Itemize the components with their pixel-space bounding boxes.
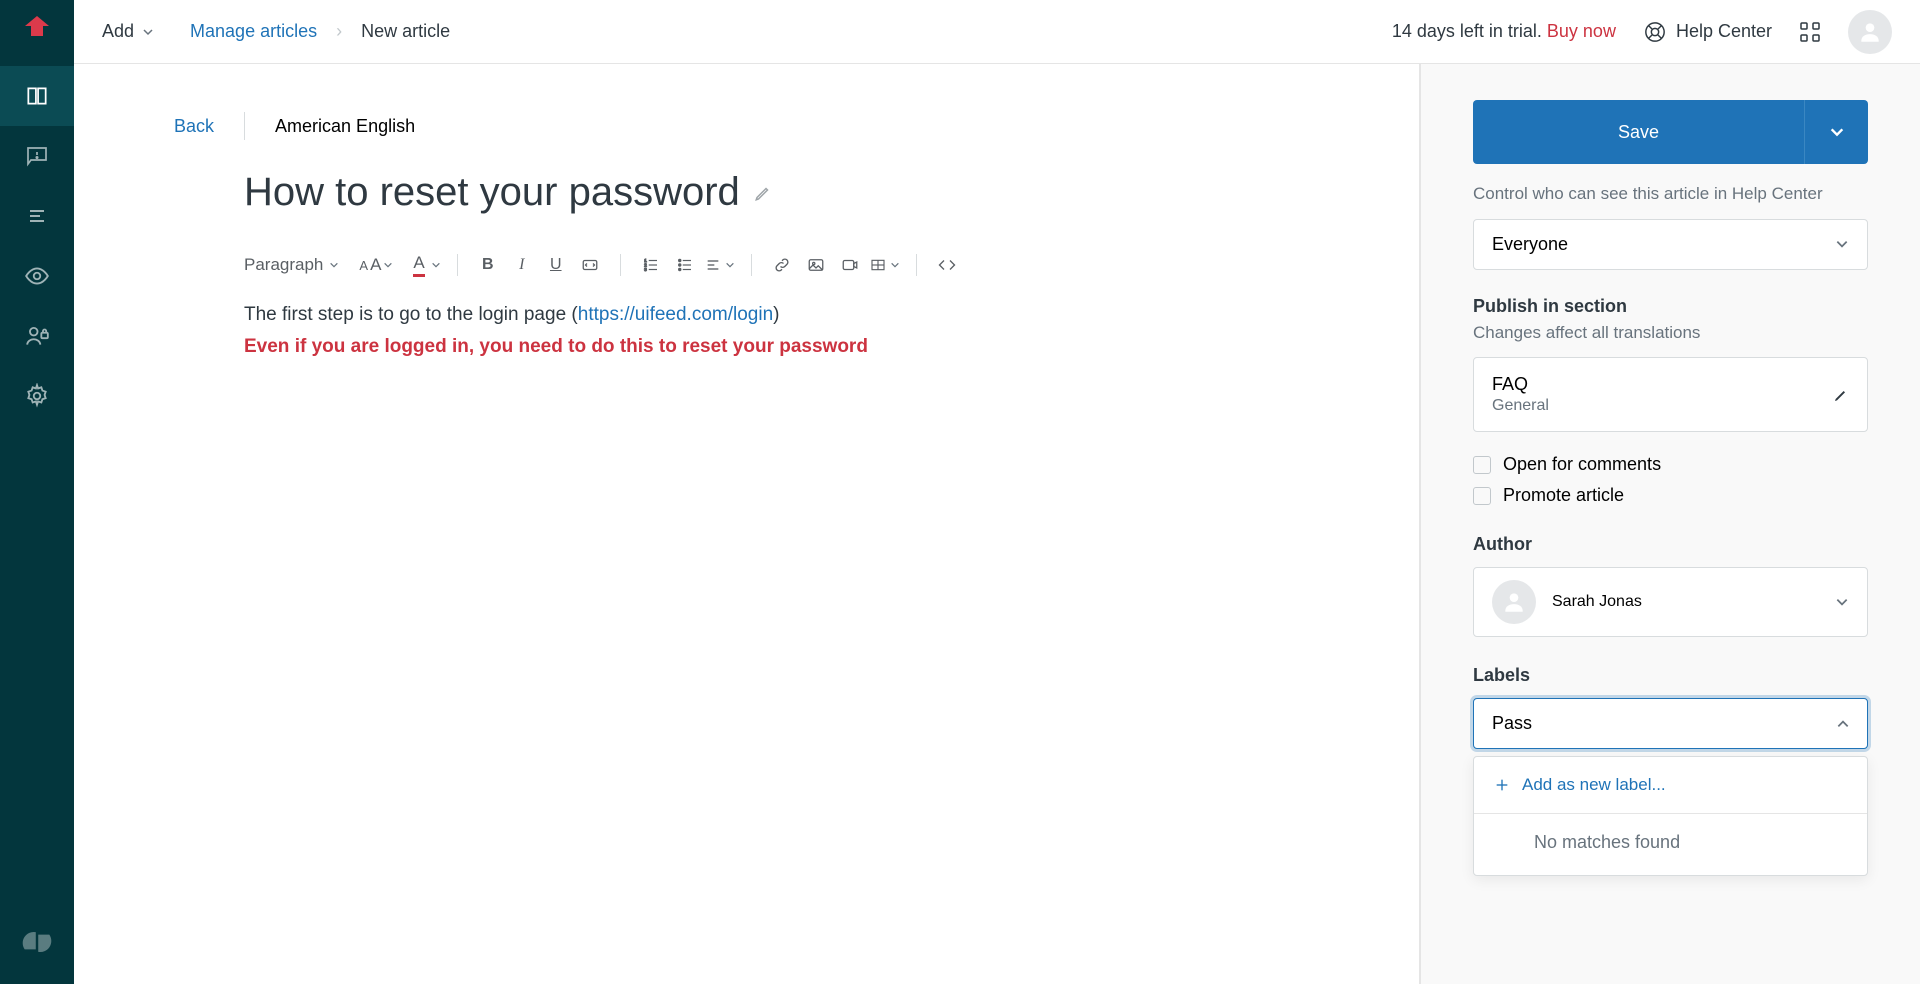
checkbox-icon (1473, 487, 1491, 505)
breadcrumb-separator-icon: › (336, 21, 342, 41)
checkbox-icon (1473, 456, 1491, 474)
chevron-down-icon (890, 260, 900, 270)
main: Add Manage articles › New article 14 day… (74, 0, 1920, 984)
buy-now-link[interactable]: Buy now (1547, 21, 1616, 41)
chevron-down-icon (1829, 124, 1845, 140)
promote-article-checkbox[interactable]: Promote article (1473, 485, 1868, 506)
visibility-select[interactable]: Everyone (1473, 219, 1868, 270)
nav-item-preview[interactable] (0, 246, 74, 306)
breadcrumb: Manage articles › New article (190, 21, 450, 42)
video-button[interactable] (836, 251, 864, 279)
person-icon (1857, 19, 1883, 45)
person-icon (1501, 589, 1527, 615)
promote-label: Promote article (1503, 485, 1624, 506)
back-link[interactable]: Back (174, 116, 214, 137)
author-name: Sarah Jonas (1552, 593, 1642, 611)
app-logo[interactable] (21, 12, 53, 44)
pencil-icon[interactable] (754, 184, 772, 202)
chevron-down-icon (1835, 237, 1849, 251)
chevron-down-icon (725, 260, 735, 270)
body-text: ) (773, 304, 779, 325)
editor-pane: Back American English How to reset your … (74, 64, 1420, 984)
font-color-select[interactable]: A (413, 253, 440, 277)
save-button[interactable]: Save (1473, 100, 1804, 164)
font-size-select[interactable]: AA (359, 255, 393, 275)
life-ring-icon (1644, 21, 1666, 43)
open-comments-checkbox[interactable]: Open for comments (1473, 454, 1868, 475)
labels-heading: Labels (1473, 665, 1868, 686)
body-text: The first step is to go to the login pag… (244, 304, 578, 325)
nav-item-guide[interactable] (0, 66, 74, 126)
save-button-label: Save (1618, 122, 1659, 143)
app-switcher-icon[interactable] (1800, 22, 1820, 42)
trial-status: 14 days left in trial. Buy now (1392, 21, 1616, 42)
nav-item-zendesk[interactable] (0, 912, 74, 972)
link-button[interactable] (768, 251, 796, 279)
editor-toolbar: Paragraph AA A (174, 251, 1174, 279)
help-center-link[interactable]: Help Center (1644, 21, 1772, 43)
italic-button[interactable]: I (508, 251, 536, 279)
article-title[interactable]: How to reset your password (244, 170, 740, 215)
chevron-down-icon (431, 260, 441, 270)
editor-body[interactable]: The first step is to go to the login pag… (174, 299, 1174, 364)
body-warning: Even if you are logged in, you need to d… (244, 331, 1174, 363)
author-select[interactable]: Sarah Jonas (1473, 567, 1868, 637)
chevron-up-icon (1836, 717, 1850, 731)
visibility-value: Everyone (1492, 234, 1568, 255)
labels-input-wrap[interactable] (1473, 698, 1868, 749)
nav-item-moderate[interactable] (0, 126, 74, 186)
code-button[interactable] (576, 251, 604, 279)
labels-dropdown: Add as new label... No matches found (1473, 756, 1868, 876)
section-sub: General (1492, 397, 1549, 415)
add-new-label-option[interactable]: Add as new label... (1474, 757, 1867, 814)
plus-icon (1494, 777, 1510, 793)
bold-button[interactable]: B (474, 251, 502, 279)
align-select[interactable] (705, 251, 735, 279)
image-button[interactable] (802, 251, 830, 279)
divider (244, 112, 245, 140)
source-code-button[interactable] (933, 251, 961, 279)
svg-text:3: 3 (644, 267, 647, 272)
nav-item-arrange[interactable] (0, 186, 74, 246)
chevron-down-icon (329, 260, 339, 270)
paragraph-style-select[interactable]: Paragraph (244, 255, 339, 275)
open-comments-label: Open for comments (1503, 454, 1661, 475)
author-heading: Author (1473, 534, 1868, 555)
add-button[interactable]: Add (102, 21, 154, 42)
nav-item-settings[interactable] (0, 366, 74, 426)
labels-input[interactable] (1492, 713, 1817, 734)
breadcrumb-manage[interactable]: Manage articles (190, 21, 317, 41)
add-new-label-text: Add as new label... (1522, 775, 1666, 795)
body-link[interactable]: https://uifeed.com/login (578, 304, 773, 325)
paragraph-label: Paragraph (244, 255, 323, 275)
table-select[interactable] (870, 251, 900, 279)
ordered-list-button[interactable]: 123 (637, 251, 665, 279)
bullet-list-button[interactable] (671, 251, 699, 279)
chevron-down-icon (142, 26, 154, 38)
chevron-down-icon (1835, 595, 1849, 609)
chevron-down-icon (383, 260, 393, 270)
pencil-icon (1833, 387, 1849, 403)
publish-heading: Publish in section (1473, 296, 1868, 317)
add-button-label: Add (102, 21, 134, 42)
no-matches-text: No matches found (1474, 814, 1867, 875)
help-center-label: Help Center (1676, 21, 1772, 42)
nav-rail (0, 0, 74, 984)
settings-sidebar: Save Control who can see this article in… (1420, 64, 1920, 984)
user-avatar[interactable] (1848, 10, 1892, 54)
breadcrumb-current: New article (361, 21, 450, 41)
topbar: Add Manage articles › New article 14 day… (74, 0, 1920, 64)
locale-label[interactable]: American English (275, 116, 415, 137)
save-options-button[interactable] (1804, 100, 1868, 164)
section-select[interactable]: FAQ General (1473, 357, 1868, 432)
content: Back American English How to reset your … (74, 64, 1920, 984)
publish-subtext: Changes affect all translations (1473, 321, 1868, 346)
section-name: FAQ (1492, 374, 1549, 395)
author-avatar (1492, 580, 1536, 624)
underline-button[interactable]: U (542, 251, 570, 279)
nav-item-permissions[interactable] (0, 306, 74, 366)
trial-text: 14 days left in trial. (1392, 21, 1547, 41)
visibility-description: Control who can see this article in Help… (1473, 182, 1868, 207)
